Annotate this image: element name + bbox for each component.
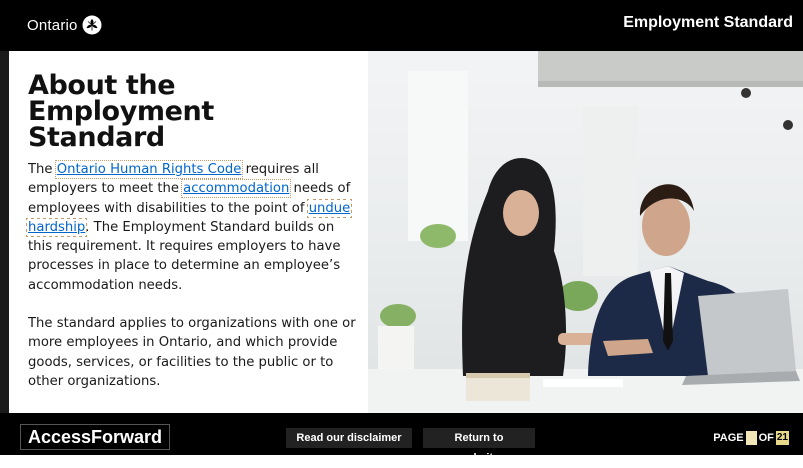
page-label: PAGE xyxy=(713,432,744,444)
intro-paragraph: The Ontario Human Rights Code requires a… xyxy=(25,160,358,295)
trillium-icon xyxy=(82,15,102,35)
page-indicator: PAGE OF 21 xyxy=(713,431,789,445)
accessforward-logo[interactable]: AccessForward xyxy=(20,424,170,450)
main-content: About the Employment Standard The Ontari… xyxy=(25,70,358,391)
ontario-logo[interactable]: Ontario xyxy=(27,14,102,36)
read-disclaimer-button[interactable]: Read our disclaimer xyxy=(286,428,412,448)
total-pages: 21 xyxy=(775,431,789,445)
return-to-website-button[interactable]: Return to website xyxy=(423,428,535,464)
page-title: About the Employment Standard xyxy=(28,70,214,153)
para1-text-1: The xyxy=(28,162,57,177)
scope-paragraph: The standard applies to organizations wi… xyxy=(28,316,356,389)
of-label: OF xyxy=(758,432,774,444)
footer-bar: AccessForward Read our disclaimer Return… xyxy=(0,413,803,464)
current-page-number xyxy=(745,431,757,445)
header-bar: Ontario Employment Standard xyxy=(0,0,803,51)
ontario-human-rights-code-link[interactable]: Ontario Human Rights Code xyxy=(54,160,244,179)
ontario-logo-text: Ontario xyxy=(27,16,78,34)
office-meeting-illustration xyxy=(368,51,803,413)
hero-photo xyxy=(368,51,803,413)
module-title: Employment Standard xyxy=(623,14,793,31)
accommodation-link[interactable]: accommodation xyxy=(181,179,292,199)
